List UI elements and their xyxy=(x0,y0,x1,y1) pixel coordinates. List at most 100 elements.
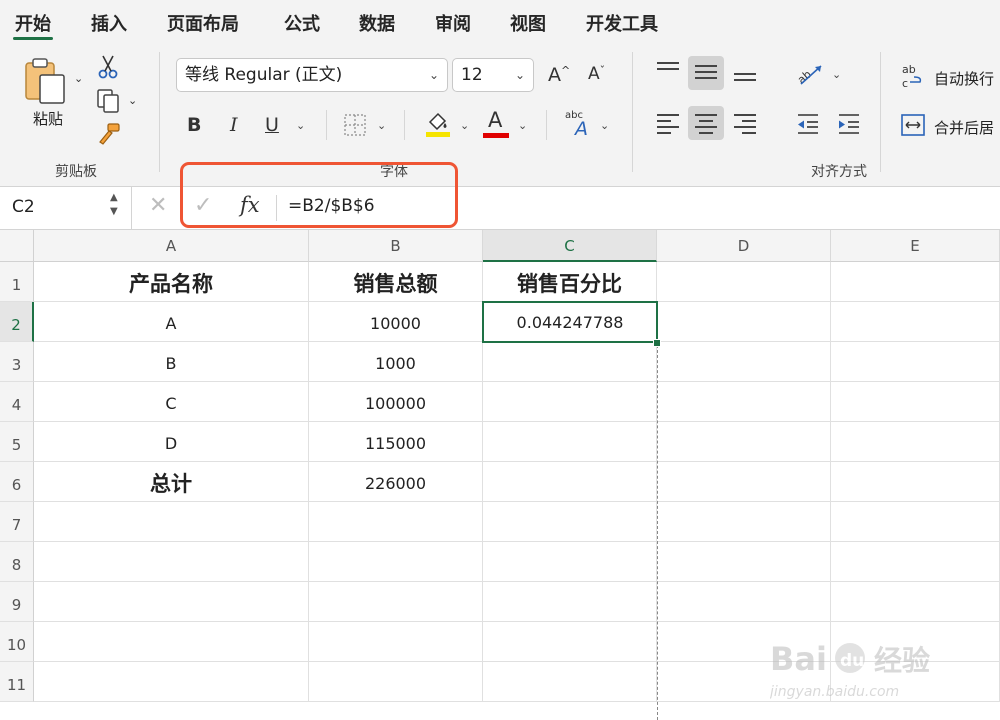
increase-font-size-button[interactable]: A^ xyxy=(548,64,570,86)
font-color-dropdown-chevron-icon[interactable]: ⌄ xyxy=(518,119,527,132)
tab-view[interactable]: 视图 xyxy=(510,10,546,36)
fill-color-bucket-icon[interactable] xyxy=(424,110,452,138)
cell-b1[interactable]: 销售总额 xyxy=(309,262,483,302)
row-header-9[interactable]: 9 xyxy=(0,582,34,622)
cell-c4[interactable] xyxy=(483,382,657,422)
cell-d9[interactable] xyxy=(657,582,831,622)
cell-a10[interactable] xyxy=(34,622,309,662)
select-all-corner[interactable] xyxy=(0,230,34,262)
text-orientation-icon[interactable]: ab xyxy=(795,62,825,88)
cell-e1[interactable] xyxy=(831,262,1000,302)
align-middle-button[interactable] xyxy=(688,56,724,90)
cell-c1[interactable]: 销售百分比 xyxy=(483,262,657,302)
align-center-button[interactable] xyxy=(688,106,724,140)
cell-e9[interactable] xyxy=(831,582,1000,622)
tab-formulas[interactable]: 公式 xyxy=(284,10,320,36)
cell-a11[interactable] xyxy=(34,662,309,702)
row-header-4[interactable]: 4 xyxy=(0,382,34,422)
font-color-button[interactable]: A xyxy=(483,108,511,138)
tab-insert[interactable]: 插入 xyxy=(91,10,127,36)
row-header-11[interactable]: 11 xyxy=(0,662,34,702)
align-left-button[interactable] xyxy=(650,106,686,140)
column-header-a[interactable]: A xyxy=(34,230,309,262)
row-header-1[interactable]: 1 xyxy=(0,262,34,302)
phonetic-guide-button[interactable]: abc A xyxy=(563,110,593,140)
cell-a9[interactable] xyxy=(34,582,309,622)
wrap-text-button[interactable]: 自动换行 xyxy=(934,68,994,89)
tab-home[interactable]: 开始 xyxy=(13,10,53,40)
cell-c5[interactable] xyxy=(483,422,657,462)
cell-c9[interactable] xyxy=(483,582,657,622)
row-header-3[interactable]: 3 xyxy=(0,342,34,382)
row-header-5[interactable]: 5 xyxy=(0,422,34,462)
cell-a1[interactable]: 产品名称 xyxy=(34,262,309,302)
font-name-select[interactable]: 等线 Regular (正文) ⌄ xyxy=(176,58,448,92)
cell-d1[interactable] xyxy=(657,262,831,302)
row-header-8[interactable]: 8 xyxy=(0,542,34,582)
phonetic-dropdown-chevron-icon[interactable]: ⌄ xyxy=(600,119,609,132)
tab-page-layout[interactable]: 页面布局 xyxy=(167,10,239,36)
row-header-7[interactable]: 7 xyxy=(0,502,34,542)
row-header-2[interactable]: 2 xyxy=(0,302,34,342)
cell-b7[interactable] xyxy=(309,502,483,542)
cell-e5[interactable] xyxy=(831,422,1000,462)
cell-b3[interactable]: 1000 xyxy=(309,342,483,382)
tab-review[interactable]: 审阅 xyxy=(435,10,471,36)
cell-a5[interactable]: D xyxy=(34,422,309,462)
cell-e6[interactable] xyxy=(831,462,1000,502)
row-header-6[interactable]: 6 xyxy=(0,462,34,502)
cell-b8[interactable] xyxy=(309,542,483,582)
align-top-button[interactable] xyxy=(650,56,686,90)
cell-c11[interactable] xyxy=(483,662,657,702)
increase-indent-icon[interactable] xyxy=(836,112,862,136)
decrease-font-size-button[interactable]: Aˇ xyxy=(588,64,605,84)
column-header-e[interactable]: E xyxy=(831,230,1000,262)
cell-a3[interactable]: B xyxy=(34,342,309,382)
cell-e8[interactable] xyxy=(831,542,1000,582)
cell-d5[interactable] xyxy=(657,422,831,462)
cell-d3[interactable] xyxy=(657,342,831,382)
align-right-button[interactable] xyxy=(727,106,763,140)
cell-a8[interactable] xyxy=(34,542,309,582)
cell-d6[interactable] xyxy=(657,462,831,502)
decrease-indent-icon[interactable] xyxy=(795,112,821,136)
borders-icon[interactable] xyxy=(343,113,367,137)
font-size-select[interactable]: 12 ⌄ xyxy=(452,58,534,92)
cell-a2[interactable]: A xyxy=(34,302,309,342)
cancel-formula-icon[interactable]: ✕ xyxy=(149,193,167,218)
name-box-stepper-icon[interactable]: ▲ ▼ xyxy=(110,191,118,219)
fill-color-dropdown-chevron-icon[interactable]: ⌄ xyxy=(460,119,469,132)
cell-e3[interactable] xyxy=(831,342,1000,382)
cell-c6[interactable] xyxy=(483,462,657,502)
underline-button[interactable]: U xyxy=(265,114,279,136)
fill-handle[interactable] xyxy=(653,339,661,347)
cell-a7[interactable] xyxy=(34,502,309,542)
cell-b6[interactable]: 226000 xyxy=(309,462,483,502)
cell-e7[interactable] xyxy=(831,502,1000,542)
cell-b11[interactable] xyxy=(309,662,483,702)
borders-dropdown-chevron-icon[interactable]: ⌄ xyxy=(377,119,386,132)
cell-e2[interactable] xyxy=(831,302,1000,342)
copy-dropdown-chevron-icon[interactable]: ⌄ xyxy=(128,94,137,107)
merge-center-icon[interactable] xyxy=(900,113,926,137)
cell-c3[interactable] xyxy=(483,342,657,382)
column-header-d[interactable]: D xyxy=(657,230,831,262)
tab-data[interactable]: 数据 xyxy=(359,10,395,36)
cell-b2[interactable]: 10000 xyxy=(309,302,483,342)
column-header-b[interactable]: B xyxy=(309,230,483,262)
paste-dropdown-chevron-icon[interactable]: ⌄ xyxy=(74,72,83,85)
cell-d8[interactable] xyxy=(657,542,831,582)
cell-d4[interactable] xyxy=(657,382,831,422)
italic-button[interactable]: I xyxy=(230,114,238,136)
cell-c8[interactable] xyxy=(483,542,657,582)
cell-b10[interactable] xyxy=(309,622,483,662)
cell-c7[interactable] xyxy=(483,502,657,542)
cell-a4[interactable]: C xyxy=(34,382,309,422)
format-painter-icon[interactable] xyxy=(96,122,122,146)
cell-a6[interactable]: 总计 xyxy=(34,462,309,502)
align-bottom-button[interactable] xyxy=(727,56,763,90)
cut-scissors-icon[interactable] xyxy=(96,54,120,80)
merge-center-button[interactable]: 合并后居 xyxy=(934,117,994,138)
cell-d7[interactable] xyxy=(657,502,831,542)
row-header-10[interactable]: 10 xyxy=(0,622,34,662)
